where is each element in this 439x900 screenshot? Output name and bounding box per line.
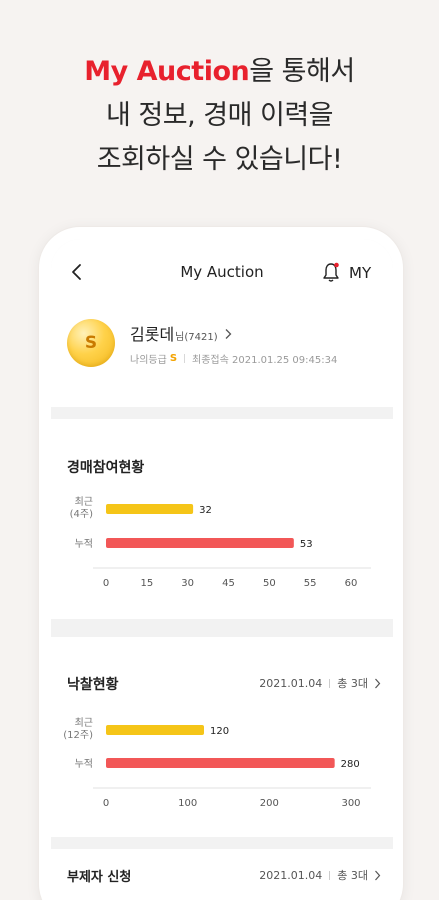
tick-label: 100 bbox=[178, 798, 197, 809]
promo-line-1: My Auction을 통해서 bbox=[0, 50, 439, 94]
tick-label: 0 bbox=[103, 578, 109, 589]
submission-total: 총 3대 bbox=[337, 869, 368, 882]
divider bbox=[184, 354, 186, 363]
bar-value-label: 53 bbox=[300, 539, 313, 550]
submission-summary[interactable]: 2021.01.04 총 3대 bbox=[259, 867, 381, 883]
category-label: (4주) bbox=[70, 509, 93, 520]
tick-label: 30 bbox=[181, 578, 194, 589]
tick-label: 300 bbox=[341, 798, 360, 809]
category-label: 최근 bbox=[75, 496, 93, 508]
bar bbox=[106, 504, 194, 514]
participation-card: 경매참여현황 최근 (4주) 32 누적 53 0 15 30 45 50 55 60 bbox=[51, 419, 393, 619]
profile-name-row[interactable]: 김롯데 님(7421) bbox=[130, 321, 232, 345]
chevron-right-icon bbox=[225, 329, 232, 339]
last-login: 최종접속 2021.01.25 09:45:34 bbox=[192, 355, 338, 366]
promo-line-3: 조회하실 수 있습니다! bbox=[96, 144, 343, 175]
participation-title: 경매참여현황 bbox=[67, 460, 145, 476]
winning-total: 총 3대 bbox=[337, 677, 368, 690]
divider bbox=[329, 678, 331, 688]
category-label: (12주) bbox=[63, 730, 93, 741]
divider bbox=[329, 870, 331, 880]
tick-label: 55 bbox=[304, 578, 317, 589]
bell-icon[interactable] bbox=[321, 261, 341, 283]
tick-label: 200 bbox=[260, 798, 279, 809]
category-label: 누적 bbox=[75, 538, 93, 550]
app-title: My Auction bbox=[180, 263, 264, 281]
promo-line-1-rest: 을 통해서 bbox=[249, 56, 355, 87]
bar-value-label: 280 bbox=[341, 759, 360, 770]
promo-headline: My Auction을 통해서 내 정보, 경매 이력을 조회하실 수 있습니다… bbox=[0, 50, 439, 182]
tick-label: 0 bbox=[103, 798, 109, 809]
tick-label: 45 bbox=[222, 578, 235, 589]
submission-card[interactable]: 부제자 신청 2021.01.04 총 3대 bbox=[51, 849, 393, 900]
my-link[interactable]: MY bbox=[349, 264, 371, 282]
phone-frame: My Auction MY S 김롯데 님(7421) 나의등급 S 최종접속 … bbox=[38, 226, 404, 900]
app-bar: My Auction MY bbox=[51, 239, 393, 307]
tick-label: 15 bbox=[140, 578, 153, 589]
bar bbox=[106, 758, 335, 768]
category-label: 최근 bbox=[75, 717, 93, 729]
user-name: 김롯데 bbox=[130, 325, 175, 344]
app-screen: My Auction MY S 김롯데 님(7421) 나의등급 S 최종접속 … bbox=[51, 239, 393, 900]
grade-value: S bbox=[169, 353, 178, 364]
promo-brand: My Auction bbox=[84, 56, 250, 87]
tick-label: 60 bbox=[345, 578, 358, 589]
winning-date: 2021.01.04 bbox=[259, 676, 323, 690]
tick-label: 50 bbox=[263, 578, 276, 589]
winning-chart: 최근(12주) 120 누적 280 0 100 200 300 bbox=[63, 717, 371, 809]
profile-section: S 김롯데 님(7421) 나의등급 S 최종접속 2021.01.25 09:… bbox=[51, 307, 393, 407]
winning-card: 낙찰현황 2021.01.04 총 3대 최근 (12주) 120 누적 280 0 100… bbox=[51, 637, 393, 837]
grade-avatar: S bbox=[67, 319, 115, 367]
category-label: 누적 bbox=[75, 758, 93, 770]
bar bbox=[106, 725, 204, 735]
user-id: 님(7421) bbox=[175, 332, 218, 343]
submission-title: 부제자 신청 bbox=[67, 870, 132, 885]
winning-summary[interactable]: 2021.01.04 총 3대 bbox=[259, 675, 381, 691]
bar-value-label: 120 bbox=[210, 726, 229, 737]
profile-meta: 나의등급 S 최종접속 2021.01.25 09:45:34 bbox=[130, 351, 337, 366]
promo-line-2: 내 정보, 경매 이력을 bbox=[105, 100, 334, 131]
winning-title: 낙찰현황 bbox=[67, 677, 119, 693]
submission-date: 2021.01.04 bbox=[259, 868, 323, 882]
bar-value-label: 32 bbox=[199, 505, 212, 516]
chevron-right-icon bbox=[375, 870, 381, 880]
grade-label: 나의등급 bbox=[130, 355, 167, 366]
chevron-right-icon bbox=[375, 678, 381, 688]
participation-chart: 최근(4주) 32 누적 53 0 15 30 45 50 55 60 bbox=[70, 496, 371, 589]
bar bbox=[106, 538, 294, 548]
